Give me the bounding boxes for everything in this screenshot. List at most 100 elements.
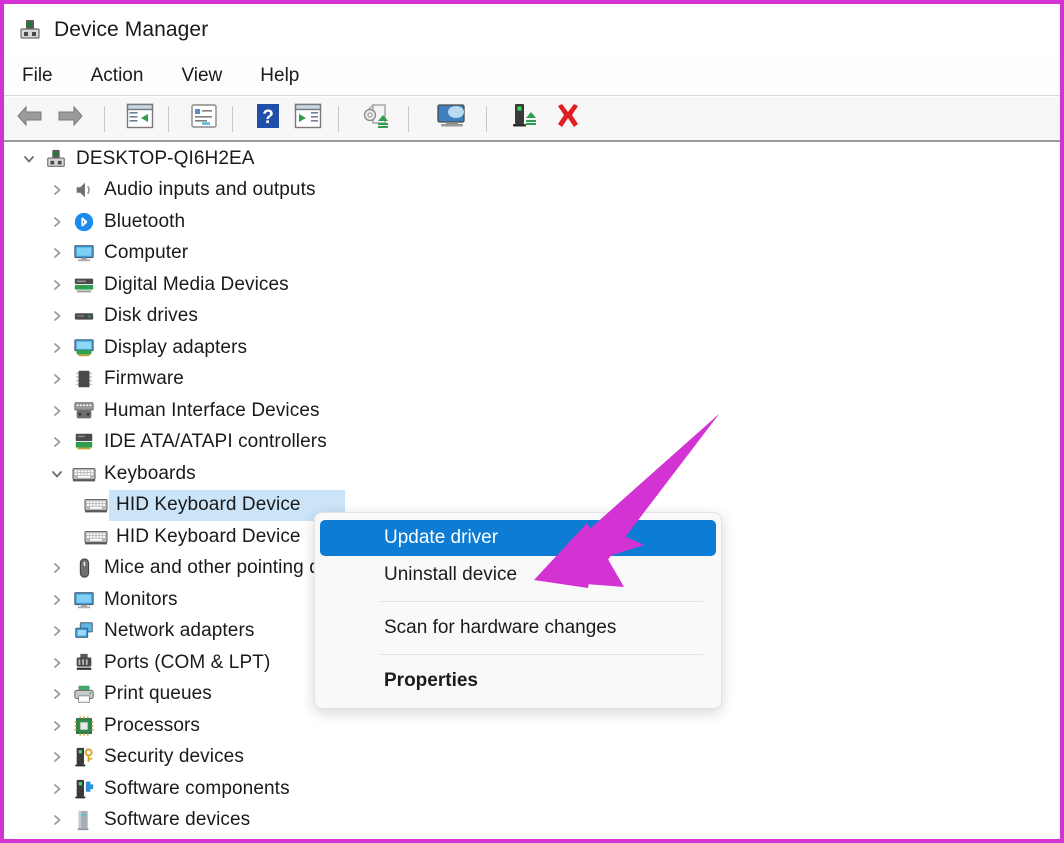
firmware-chip-icon [70,368,98,390]
security-device-icon [70,746,98,768]
device-tree[interactable]: DESKTOP-QI6H2EA Audio inputs and outputs [4,143,1060,839]
context-menu-item-properties[interactable]: Properties [320,663,716,699]
tree-row-bluetooth[interactable]: Bluetooth [4,206,1060,238]
monitor-icon [70,589,98,611]
tree-row-computer[interactable]: Computer [4,238,1060,270]
hid-icon [70,400,98,422]
chevron-right-icon[interactable] [44,719,70,733]
context-menu-item-label: Scan for hardware changes [384,617,617,638]
processor-icon [70,715,98,737]
ide-controller-icon [70,431,98,453]
tree-row-digital-media-devices[interactable]: Digital Media Devices [4,269,1060,301]
tree-label: Processors [104,714,201,736]
device-manager-window: Device Manager File Action View Help ? D… [0,0,1064,843]
chevron-right-icon[interactable] [44,372,70,386]
tree-label: Keyboards [104,462,196,484]
chevron-right-icon[interactable] [44,246,70,260]
tree-label: Display adapters [104,336,248,358]
context-menu-item-uninstall-device[interactable]: Uninstall device [320,557,716,593]
chevron-right-icon[interactable] [44,782,70,796]
tree-row-firmware[interactable]: Firmware [4,364,1060,396]
chevron-right-icon[interactable] [44,404,70,418]
update-driver-button[interactable] [358,101,394,137]
chevron-right-icon[interactable] [44,435,70,449]
software-component-icon [70,778,98,800]
tree-label: Audio inputs and outputs [104,179,316,201]
properties-icon [190,103,218,134]
tree-label: Bluetooth [104,210,186,232]
tree-row-security-devices[interactable]: Security devices [4,742,1060,774]
software-device-icon [70,809,98,831]
chevron-right-icon[interactable] [44,278,70,292]
context-menu-item-label: Update driver [384,527,499,548]
tree-row-human-interface-devices[interactable]: Human Interface Devices [4,395,1060,427]
toolbar-separator [232,105,233,132]
scan-for-hardware-changes-button[interactable] [430,101,474,137]
chevron-down-icon[interactable] [44,467,70,481]
context-menu-item-scan-for-hardware-changes[interactable]: Scan for hardware changes [320,610,716,646]
tree-label: DESKTOP-QI6H2EA [76,147,255,169]
toolbar-separator [486,105,487,132]
uninstall-device-button[interactable] [550,101,586,137]
disk-drive-icon [70,305,98,327]
tree-label: Network adapters [104,620,255,642]
toolbar-separator [168,105,169,132]
chevron-right-icon[interactable] [44,656,70,670]
help-button[interactable]: ? [250,101,286,137]
context-menu[interactable]: Update driver Uninstall device Scan for … [314,512,722,709]
menu-file[interactable]: File [22,65,53,87]
show-hide-console-tree-button[interactable] [122,101,158,137]
chevron-right-icon[interactable] [44,215,70,229]
context-menu-separator [379,601,703,602]
toolbar-separator [338,105,339,132]
tree-row-software-devices[interactable]: Software devices [4,805,1060,837]
tree-row-keyboards[interactable]: Keyboards [4,458,1060,490]
bluetooth-icon [70,211,98,233]
tree-label: Software devices [104,809,251,831]
tree-row-root[interactable]: DESKTOP-QI6H2EA [4,143,1060,175]
speaker-icon [70,179,98,201]
tree-label: Monitors [104,588,178,610]
chevron-down-icon[interactable] [16,152,42,166]
tree-row-display-adapters[interactable]: Display adapters [4,332,1060,364]
tree-label: Firmware [104,368,184,390]
keyboard-icon [82,494,110,516]
back-button[interactable] [12,101,48,137]
tree-label: HID Keyboard Device [116,494,301,516]
tree-row-processors[interactable]: Processors [4,710,1060,742]
tree-label: Security devices [104,746,244,768]
tree-label: Ports (COM & LPT) [104,651,271,673]
tree-row-software-components[interactable]: Software components [4,773,1060,805]
tree-row-audio-inputs-and-outputs[interactable]: Audio inputs and outputs [4,175,1060,207]
printer-icon [70,683,98,705]
chevron-right-icon[interactable] [44,750,70,764]
chevron-right-icon[interactable] [44,593,70,607]
toolbar-separator [104,105,105,132]
show-hide-console-tree-icon [126,103,154,134]
menu-view[interactable]: View [181,65,222,87]
tree-row-ide-ata-atapi-controllers[interactable]: IDE ATA/ATAPI controllers [4,427,1060,459]
menu-help[interactable]: Help [260,65,299,87]
toolbar-separator [408,105,409,132]
tree-label: Computer [104,242,189,264]
disable-device-button[interactable] [506,101,542,137]
tree-label: Software components [104,777,290,799]
chevron-right-icon[interactable] [44,183,70,197]
chevron-right-icon[interactable] [44,624,70,638]
chevron-right-icon[interactable] [44,341,70,355]
menu-action[interactable]: Action [91,65,144,87]
tree-row-disk-drives[interactable]: Disk drives [4,301,1060,333]
window-title: Device Manager [54,18,209,41]
forward-button[interactable] [52,101,88,137]
chevron-right-icon[interactable] [44,309,70,323]
tree-label: Human Interface Devices [104,399,320,421]
tree-label: HID Keyboard Device [116,525,301,547]
context-menu-item-update-driver[interactable]: Update driver [320,520,716,556]
chevron-right-icon[interactable] [44,561,70,575]
device-manager-icon [18,18,42,42]
chevron-right-icon[interactable] [44,813,70,827]
media-device-icon [70,274,98,296]
show-hide-action-pane-button[interactable] [290,101,326,137]
properties-button[interactable] [186,101,222,137]
chevron-right-icon[interactable] [44,687,70,701]
